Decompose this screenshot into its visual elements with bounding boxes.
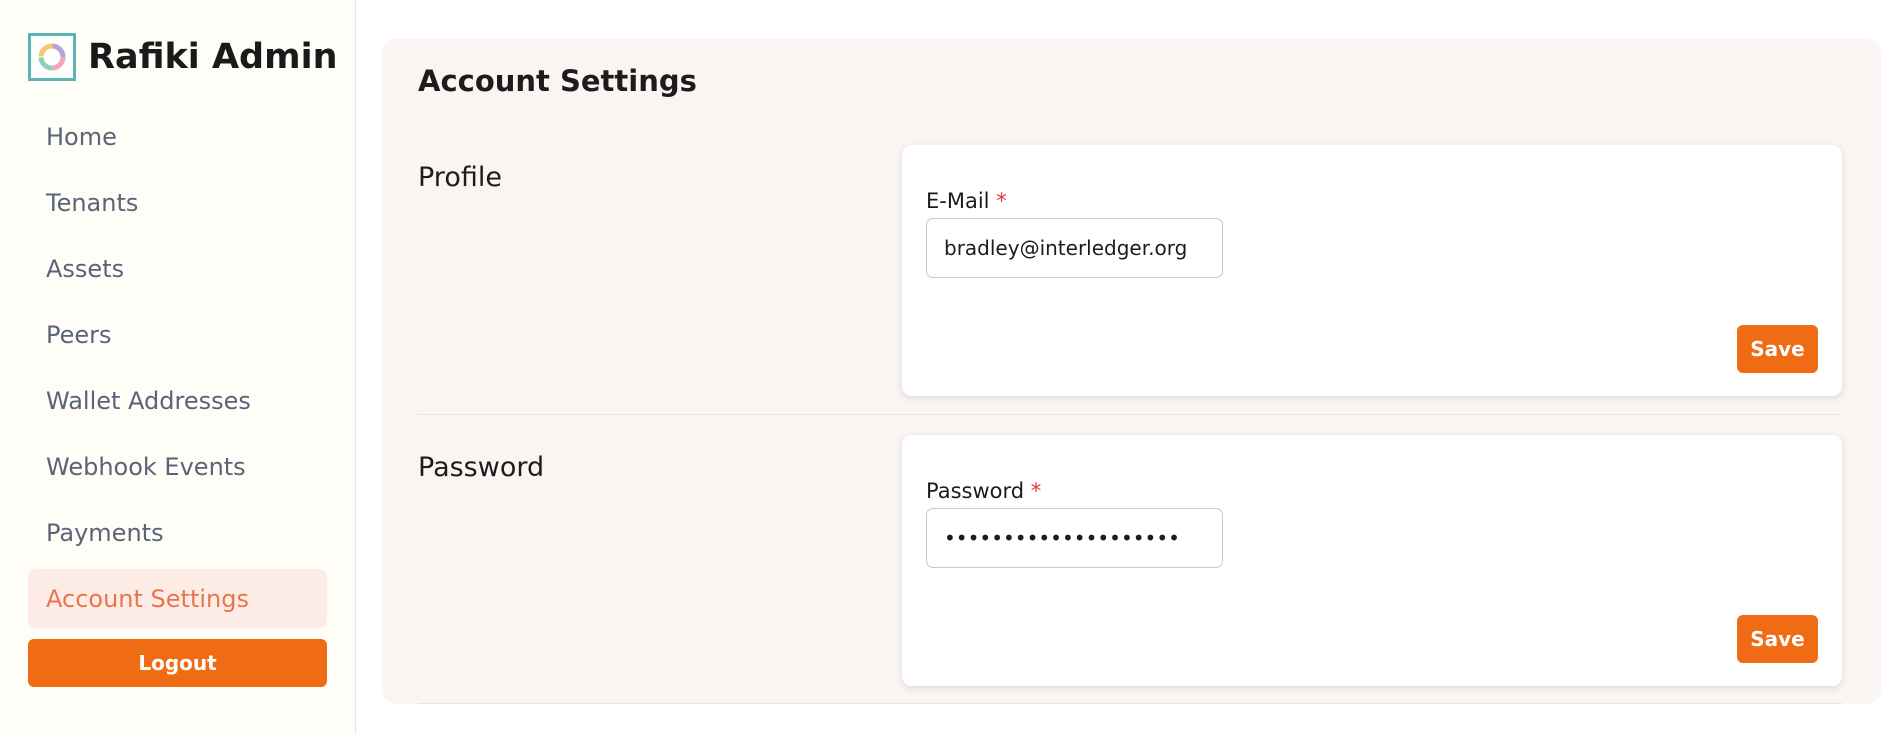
account-settings-panel: Account Settings Profile E-Mail * Save P… [382, 39, 1881, 704]
section-divider [418, 414, 1842, 415]
main-content: Account Settings Profile E-Mail * Save P… [356, 0, 1901, 733]
sidebar-item-label: Tenants [46, 188, 139, 217]
sidebar-nav: Home Tenants Assets Peers Wallet Address… [28, 107, 327, 635]
sidebar-item-wallet-addresses[interactable]: Wallet Addresses [28, 371, 327, 430]
password-field-label: Password * [926, 479, 1041, 503]
sidebar-item-label: Payments [46, 518, 164, 547]
sidebar-item-tenants[interactable]: Tenants [28, 173, 327, 232]
brand[interactable]: Rafiki Admin [28, 33, 338, 81]
rafiki-ring-logo-icon [28, 33, 76, 81]
required-marker: * [996, 189, 1007, 213]
sidebar-item-peers[interactable]: Peers [28, 305, 327, 364]
sidebar-item-webhook-events[interactable]: Webhook Events [28, 437, 327, 496]
sidebar-item-label: Assets [46, 254, 125, 283]
profile-section-title: Profile [418, 162, 502, 193]
app-root: Rafiki Admin Home Tenants Assets Peers W… [0, 0, 1901, 733]
sidebar: Rafiki Admin Home Tenants Assets Peers W… [0, 0, 356, 733]
save-password-button[interactable]: Save [1737, 615, 1818, 663]
sidebar-item-label: Webhook Events [46, 452, 246, 481]
app-title: Rafiki Admin [88, 37, 338, 77]
password-section-title: Password [418, 452, 545, 483]
password-card: Password * Save [902, 435, 1842, 686]
logout-button[interactable]: Logout [28, 639, 327, 687]
sidebar-item-label: Home [46, 122, 117, 151]
sidebar-item-account-settings[interactable]: Account Settings [28, 569, 327, 628]
sidebar-item-label: Peers [46, 320, 112, 349]
sidebar-item-home[interactable]: Home [28, 107, 327, 166]
sidebar-item-payments[interactable]: Payments [28, 503, 327, 562]
password-field[interactable] [926, 508, 1223, 568]
email-label-text: E-Mail [926, 189, 990, 213]
section-divider [418, 703, 1842, 704]
page-title: Account Settings [418, 64, 697, 98]
sidebar-item-label: Account Settings [46, 584, 249, 613]
email-field[interactable] [926, 218, 1223, 278]
required-marker: * [1030, 479, 1042, 503]
sidebar-item-assets[interactable]: Assets [28, 239, 327, 298]
email-field-label: E-Mail * [926, 189, 1007, 213]
password-label-text: Password [926, 479, 1025, 503]
sidebar-item-label: Wallet Addresses [46, 386, 251, 415]
profile-card: E-Mail * Save [902, 145, 1842, 396]
save-profile-button[interactable]: Save [1737, 325, 1818, 373]
